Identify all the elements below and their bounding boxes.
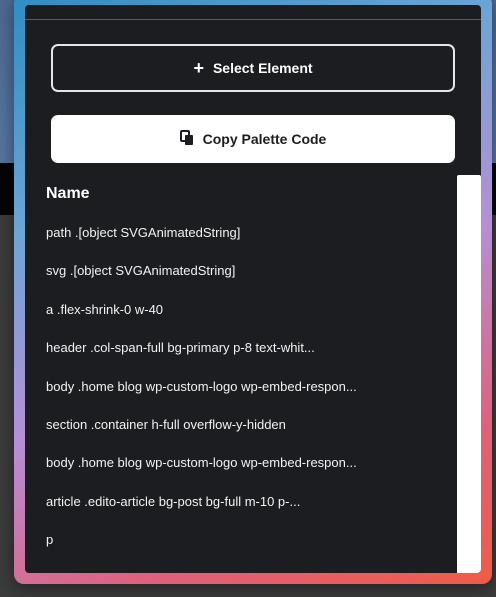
list-item[interactable]: p (46, 532, 446, 570)
list-item[interactable]: a .flex-shrink-0 w-40 (46, 302, 446, 340)
plus-icon: + (193, 58, 204, 78)
copy-palette-code-label: Copy Palette Code (202, 131, 327, 147)
element-list: path .[object SVGAnimatedString] svg .[o… (46, 225, 446, 571)
scrollbar[interactable] (457, 175, 481, 573)
list-item[interactable]: path .[object SVGAnimatedString] (46, 225, 446, 263)
list-item[interactable]: body .home blog wp-custom-logo wp-embed-… (46, 455, 446, 493)
divider (25, 19, 481, 20)
select-element-button[interactable]: + Select Element (51, 44, 455, 92)
copy-palette-code-button[interactable]: Copy Palette Code (51, 115, 455, 163)
list-item[interactable]: article .edito-article bg-post bg-full m… (46, 494, 446, 532)
copy-icon (179, 129, 194, 149)
list-heading: Name (46, 185, 90, 202)
list-item[interactable]: header .col-span-full bg-primary p-8 tex… (46, 340, 446, 378)
palette-extension-popup: + Select Element Copy Palette Code Name … (14, 0, 492, 584)
popup-panel: + Select Element Copy Palette Code Name … (25, 5, 481, 573)
list-item[interactable]: section .container h-full overflow-y-hid… (46, 417, 446, 455)
select-element-label: Select Element (212, 60, 313, 76)
list-item[interactable]: body .home blog wp-custom-logo wp-embed-… (46, 379, 446, 417)
list-item[interactable]: svg .[object SVGAnimatedString] (46, 263, 446, 301)
